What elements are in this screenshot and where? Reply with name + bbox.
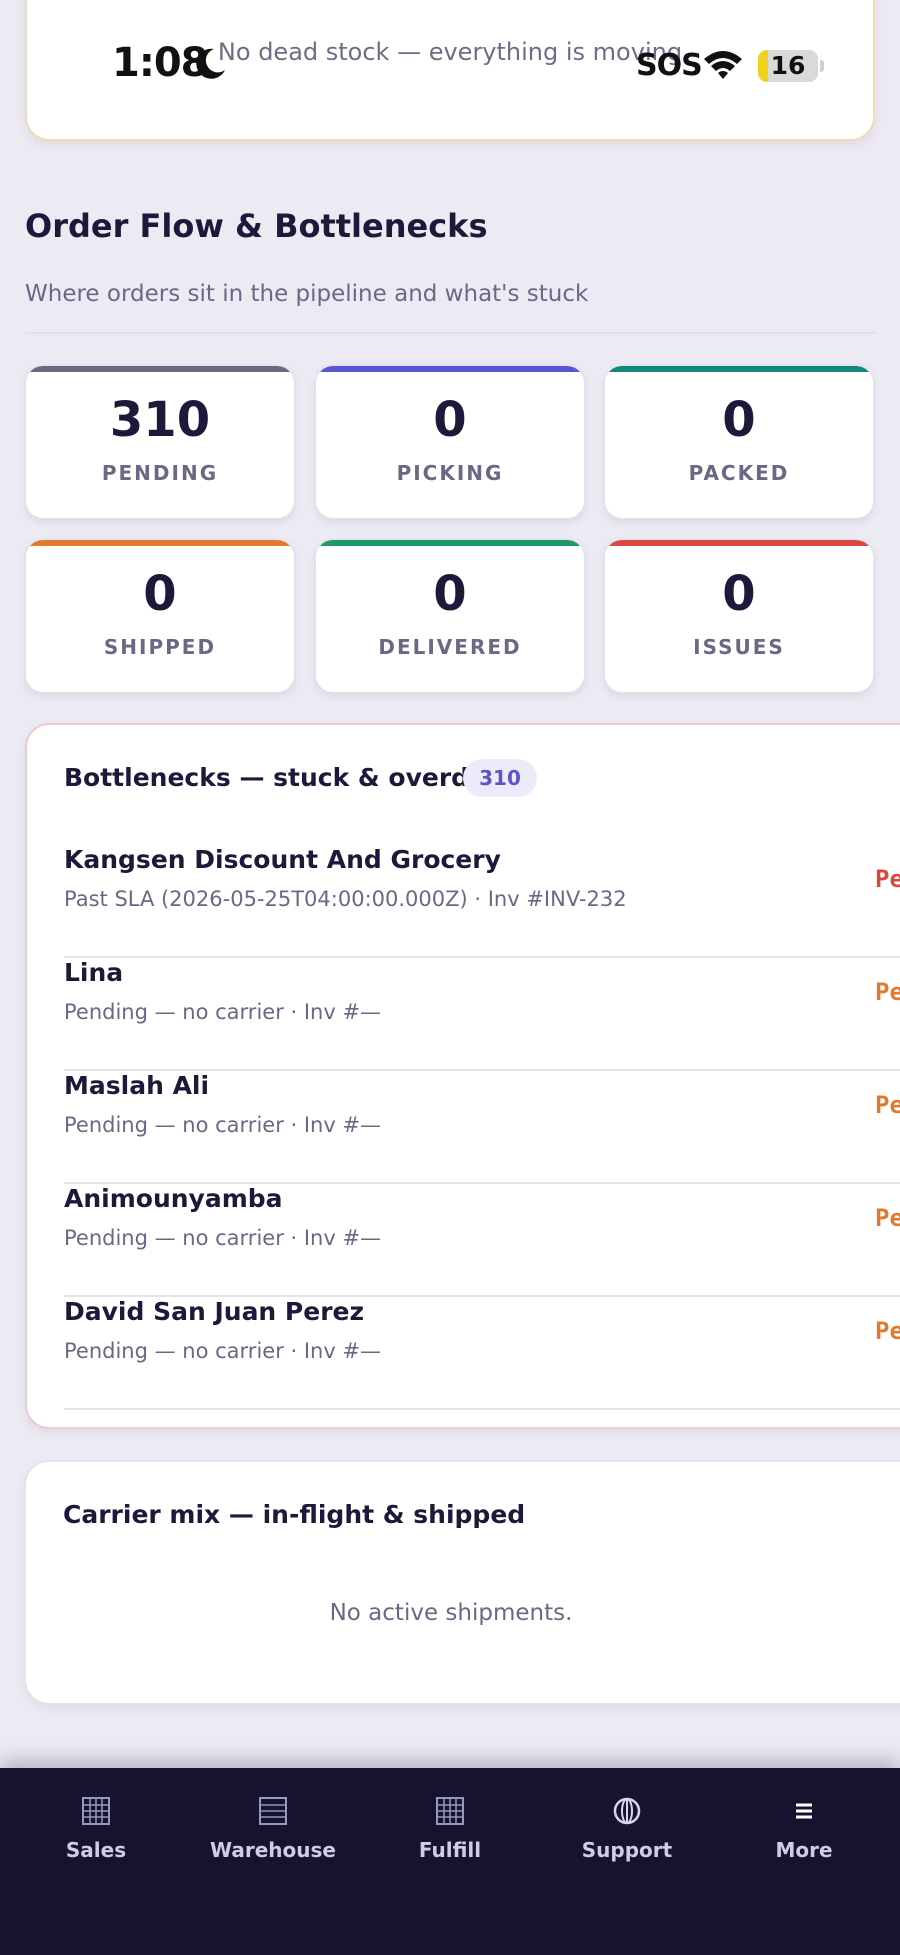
- stat-shipped[interactable]: 0 SHIPPED: [25, 539, 295, 693]
- customer-name: Animounyamba: [64, 1184, 283, 1213]
- stat-accent-bar: [605, 366, 873, 372]
- moon-icon: [196, 48, 225, 79]
- stat-value: 0: [433, 392, 467, 448]
- status-label: Pe: [875, 865, 900, 893]
- bottlenecks-card: Bottlenecks — stuck & overdue 310 Kangse…: [25, 723, 900, 1429]
- customer-name: Lina: [64, 958, 124, 987]
- stat-accent-bar: [26, 540, 294, 546]
- sos-indicator: SOS: [636, 48, 703, 83]
- nav-label: Warehouse: [210, 1838, 336, 1862]
- stat-delivered[interactable]: 0 DELIVERED: [315, 539, 585, 693]
- nav-item-support[interactable]: Support: [537, 1768, 717, 1888]
- globe-icon: [613, 1797, 641, 1825]
- stat-value: 0: [722, 392, 756, 448]
- nav-item-more[interactable]: More: [714, 1768, 894, 1888]
- carrier-mix-title: Carrier mix — in-flight & shipped: [63, 1500, 526, 1529]
- section-title: Order Flow & Bottlenecks: [25, 207, 488, 245]
- order-detail: Pending — no carrier · Inv #—: [64, 1000, 382, 1024]
- list-item[interactable]: Animounyamba Pending — no carrier · Inv …: [64, 1184, 900, 1297]
- order-detail: Past SLA (2026-05-25T04:00:00.000Z) · In…: [64, 887, 627, 911]
- status-label: Pe: [875, 978, 900, 1006]
- wifi-icon: [704, 51, 742, 79]
- stat-pending[interactable]: 310 PENDING: [25, 365, 295, 519]
- list-item[interactable]: Kangsen Discount And Grocery Past SLA (2…: [64, 845, 900, 958]
- bottlenecks-title: Bottlenecks — stuck & overdue: [64, 763, 504, 792]
- list-icon: [259, 1797, 287, 1825]
- stat-packed[interactable]: 0 PACKED: [604, 365, 874, 519]
- stat-accent-bar: [316, 540, 584, 546]
- stat-label: SHIPPED: [103, 635, 217, 659]
- list-item[interactable]: Maslah Ali Pending — no carrier · Inv #—…: [64, 1071, 900, 1184]
- stat-value: 310: [109, 392, 211, 448]
- stat-value: 0: [143, 566, 177, 622]
- count-badge: 310: [463, 759, 537, 797]
- stat-label: DELIVERED: [378, 635, 522, 659]
- stat-accent-bar: [316, 366, 584, 372]
- stat-picking[interactable]: 0 PICKING: [315, 365, 585, 519]
- stat-accent-bar: [26, 366, 294, 372]
- list-item[interactable]: David San Juan Perez Pending — no carrie…: [64, 1297, 900, 1410]
- stat-label: PENDING: [101, 461, 219, 485]
- stat-label: ISSUES: [693, 635, 785, 659]
- nav-item-sales[interactable]: Sales: [6, 1768, 186, 1888]
- page: No dead stock — everything is moving 1:0…: [0, 0, 900, 1955]
- empty-state-message: No active shipments.: [329, 1600, 573, 1626]
- divider: [25, 332, 875, 334]
- nav-label: Support: [581, 1838, 673, 1862]
- stat-accent-bar: [605, 540, 873, 546]
- nav-label: More: [775, 1838, 833, 1862]
- menu-icon: [796, 1803, 812, 1819]
- grid-icon: [82, 1797, 110, 1825]
- order-detail: Pending — no carrier · Inv #—: [64, 1339, 382, 1363]
- battery-icon: 16: [758, 50, 818, 82]
- customer-name: Kangsen Discount And Grocery: [64, 845, 501, 874]
- customer-name: Maslah Ali: [64, 1071, 210, 1100]
- bottom-nav: Sales Warehouse Fulfill Support More: [0, 1768, 900, 1955]
- stat-label: PACKED: [688, 461, 790, 485]
- order-detail: Pending — no carrier · Inv #—: [64, 1226, 382, 1250]
- stat-label: PICKING: [396, 461, 504, 485]
- battery-tip: [820, 60, 824, 72]
- stat-value: 0: [722, 566, 756, 622]
- order-detail: Pending — no carrier · Inv #—: [64, 1113, 382, 1137]
- status-label: Pe: [875, 1317, 900, 1345]
- nav-label: Fulfill: [418, 1838, 482, 1862]
- customer-name: David San Juan Perez: [64, 1297, 365, 1326]
- grid-icon: [436, 1797, 464, 1825]
- battery-percent: 16: [770, 51, 806, 80]
- nav-item-fulfill[interactable]: Fulfill: [360, 1768, 540, 1888]
- status-label: Pe: [875, 1091, 900, 1119]
- nav-item-warehouse[interactable]: Warehouse: [183, 1768, 363, 1888]
- carrier-mix-card: Carrier mix — in-flight & shipped No act…: [25, 1461, 900, 1704]
- section-subtitle: Where orders sit in the pipeline and wha…: [25, 281, 589, 307]
- stat-value: 0: [433, 566, 467, 622]
- nav-label: Sales: [65, 1838, 127, 1862]
- stat-issues[interactable]: 0 ISSUES: [604, 539, 874, 693]
- list-item[interactable]: Lina Pending — no carrier · Inv #— Pe: [64, 958, 900, 1071]
- status-label: Pe: [875, 1204, 900, 1232]
